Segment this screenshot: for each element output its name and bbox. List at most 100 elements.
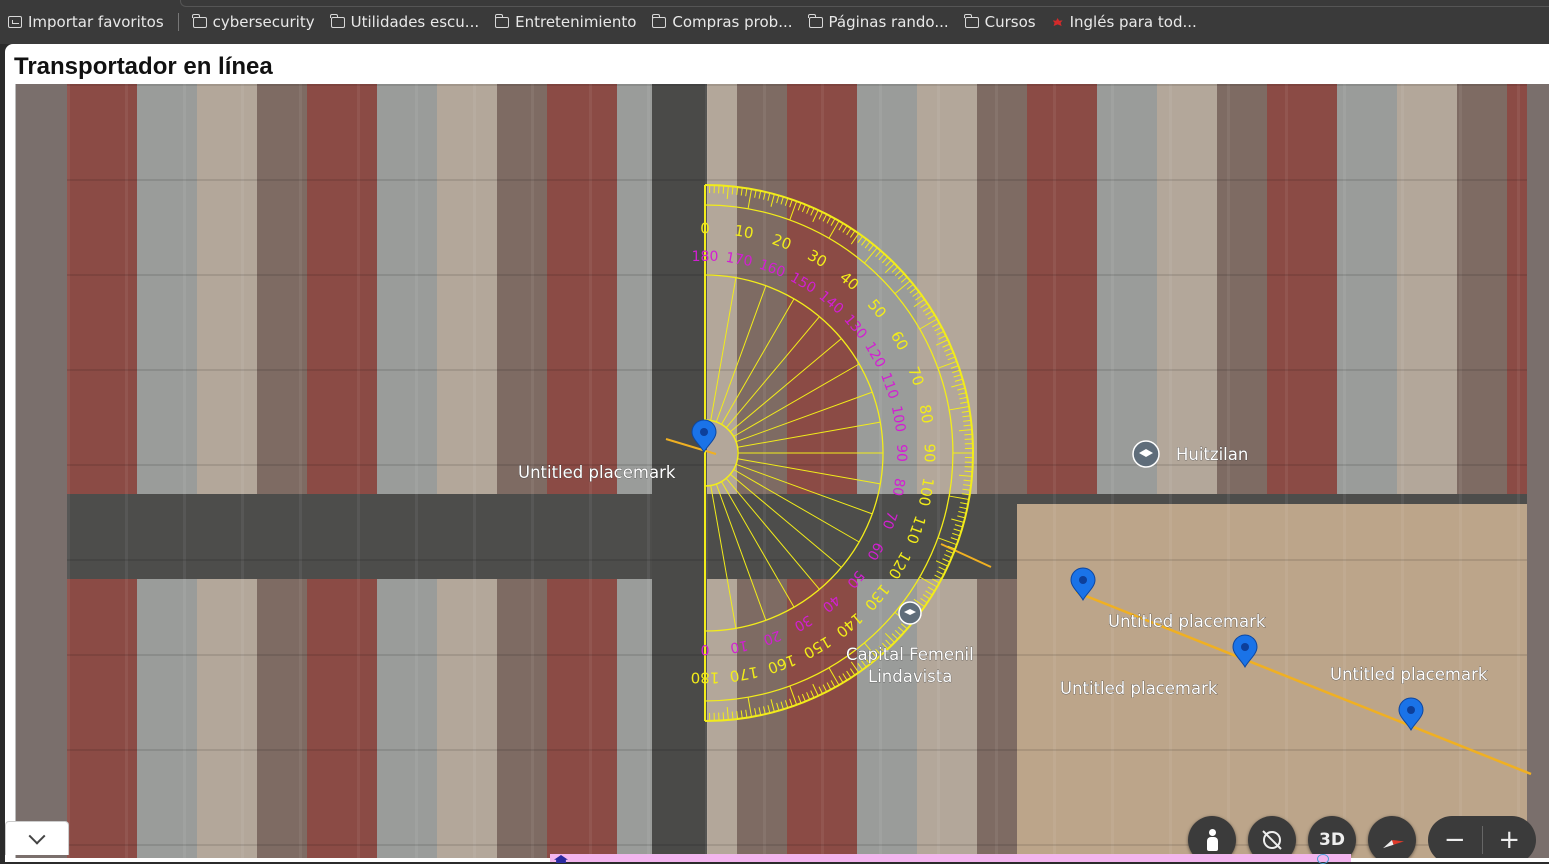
folder-icon [965,17,979,28]
protractor-tick [850,231,854,238]
protractor-inner-label: 50 [843,567,867,591]
protractor-tick [928,315,935,319]
folder-icon [193,17,207,28]
poi-label[interactable]: Lindavista [868,667,952,686]
protractor-tick [732,186,733,194]
placemark-label[interactable]: Untitled placemark [1108,612,1266,631]
protractor-tick [864,248,877,263]
placemark-label[interactable]: Untitled placemark [1060,679,1218,698]
placemark-label[interactable]: Untitled placemark [1330,665,1488,684]
protractor-inner-label: 100 [888,404,908,433]
protractor-tick [964,480,972,481]
view-3d-button[interactable]: 3D [1308,816,1356,858]
protractor-inner-label: 180 [692,249,719,265]
protractor-tick [781,702,783,710]
protractor-tick [886,260,892,266]
bookmark-import[interactable]: Importar favoritos [0,8,172,36]
protractor-tick [746,188,747,196]
page-content: Transportador en línea 01020304050607080… [5,44,1549,862]
protractor-outer-label: 150 [800,632,834,662]
protractor-inner-label: 110 [877,371,901,402]
protractor-tick [920,319,937,329]
protractor-radial-line [711,278,736,421]
protractor-inner-label: 150 [787,270,818,297]
zoom-out-button[interactable]: − [1428,816,1482,858]
protractor-tick [951,519,964,522]
protractor-inner-label: 10 [729,637,749,656]
placemark-pin-icon[interactable] [1071,568,1095,600]
bookmark-folder-cybersecurity[interactable]: cybersecurity [185,8,323,36]
bookmark-label: Cursos [985,13,1036,31]
info-icon[interactable] [1317,854,1329,864]
protractor-tick [935,575,942,579]
protractor-tick [858,663,863,669]
protractor-inner-label: 70 [879,509,900,531]
bookmark-folder-cursos[interactable]: Cursos [957,8,1044,36]
protractor-radial-line [726,478,819,589]
placemark-label[interactable]: Untitled placemark [518,463,676,482]
protractor-tick [807,692,810,699]
compass-button[interactable] [1368,816,1416,858]
protractor-tick [948,357,955,360]
protractor-radial-line [716,484,766,620]
protractor-tick [944,555,951,558]
protractor-tick [790,200,793,208]
protractor-tick [843,673,847,680]
zoom-in-button[interactable]: + [1483,816,1537,858]
protractor-tick [811,208,814,215]
protractor[interactable]: 0102030405060708090100110120130140150160… [691,185,973,721]
bookmark-folder-entretenimiento[interactable]: Entretenimiento [487,8,644,36]
bookmark-folder-paginas[interactable]: Páginas rando... [801,8,957,36]
protractor-outer-label: 120 [884,548,914,582]
folder-icon [495,17,509,28]
reset-rotation-button[interactable] [1248,816,1296,858]
protractor-inner-label: 130 [840,312,869,343]
bookmark-label: Entretenimiento [515,13,636,31]
protractor-tick [958,511,966,513]
protractor-radial-line [734,470,860,543]
protractor-tick [802,694,805,701]
protractor-inner-label: 140 [816,288,847,317]
bookmark-folder-utilidades[interactable]: Utilidades escu... [323,8,488,36]
protractor-tick [847,228,851,235]
protractor-tick [913,292,919,297]
ad-banner[interactable] [550,854,1351,862]
protractor-tick [962,416,970,417]
protractor-tick [960,503,968,505]
protractor-radial-line [737,459,880,484]
protractor-tick [831,219,835,226]
protractor-tick [895,270,901,275]
protractor-tick [959,430,972,431]
protractor-tick [960,402,968,404]
poi-label[interactable]: Huitzilan [1176,445,1248,464]
protractor-tick [963,485,971,486]
protractor-radial-line [716,286,766,422]
protractor-tick [869,245,874,251]
protractor-tick [802,205,805,212]
school-poi-icon[interactable] [899,602,921,624]
compass-icon [1380,832,1404,848]
protractor-tick [932,323,939,327]
bookmark-ingles[interactable]: Inglés para tod... [1044,8,1205,36]
bookmark-folder-compras[interactable]: Compras prob... [644,8,800,36]
placemark-pin-icon[interactable] [1399,698,1423,730]
protractor-tick [737,711,738,719]
protractor-tick [964,471,972,472]
protractor-tick [944,348,951,351]
collapse-panel-button[interactable] [5,821,69,855]
poi-label[interactable]: Capital Femenil [846,645,974,664]
protractor-tick [771,194,774,207]
protractor-tick [847,671,851,678]
map-viewport[interactable]: 0102030405060708090100110120130140150160… [15,84,1549,858]
street-view-button[interactable] [1188,816,1236,858]
protractor-tick [813,210,818,222]
protractor-tick [827,683,831,690]
protractor-tick [811,691,814,698]
folder-icon [652,17,666,28]
protractor-tick [768,705,770,713]
protractor-inner-label: 90 [893,444,909,462]
zoom-controls: − + [1428,816,1536,858]
no-rotate-icon [1259,827,1285,853]
protractor-tick [951,384,964,387]
school-poi-icon[interactable] [1133,441,1159,467]
